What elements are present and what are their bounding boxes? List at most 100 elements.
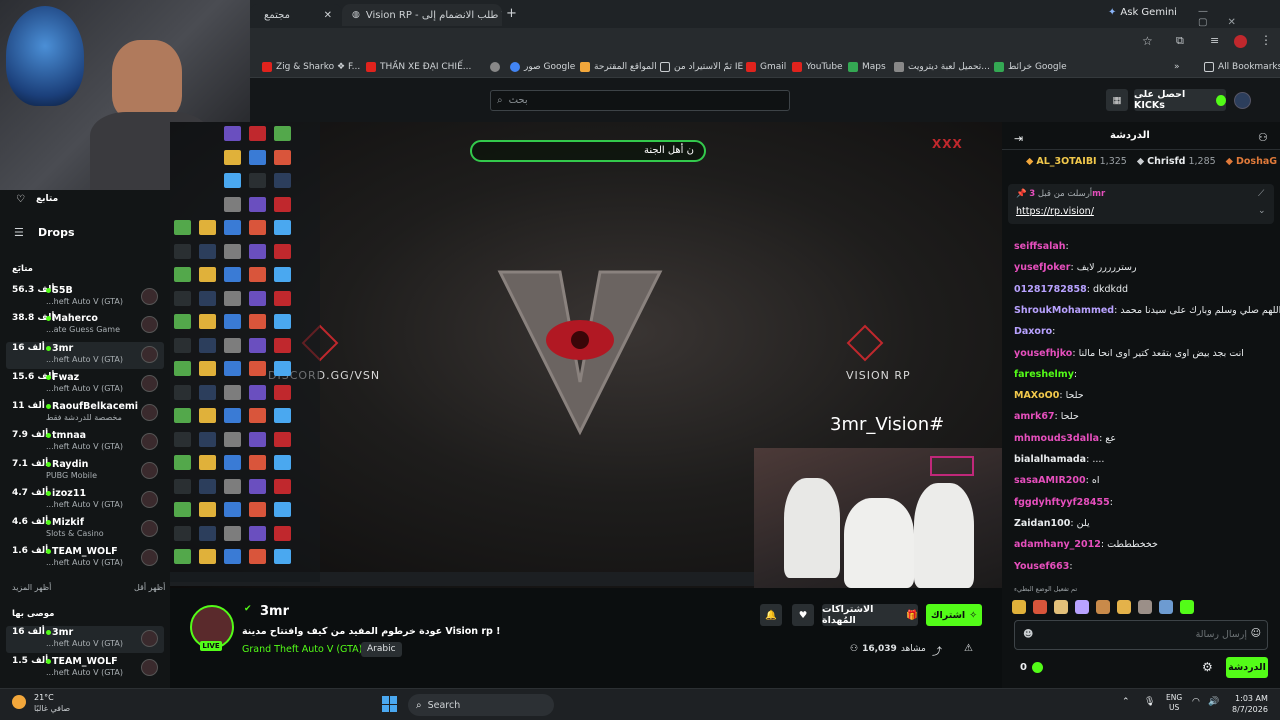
chat-username[interactable]: 01281782858: [1014, 284, 1087, 295]
window-controls[interactable]: —▢✕: [1198, 6, 1280, 28]
sidebar-channel-item[interactable]: 11 ألف RaoufBelkacemi مخصصة للدردشة فقط: [6, 400, 164, 427]
emote-icon[interactable]: [1096, 600, 1110, 614]
volume-icon[interactable]: 🔊: [1208, 697, 1219, 707]
clock[interactable]: 1:03 AM 8/7/2026: [1232, 693, 1268, 715]
chat-username[interactable]: yusefJoker: [1014, 262, 1070, 273]
chat-username[interactable]: Yousef663: [1014, 561, 1069, 572]
extensions-icon[interactable]: ⧉: [1176, 34, 1184, 48]
unpin-icon[interactable]: ⟋: [1258, 189, 1264, 199]
emote-icon[interactable]: [1075, 600, 1089, 614]
chat-username[interactable]: Zaidan100: [1014, 518, 1070, 529]
star-icon[interactable]: ☆: [1142, 34, 1153, 48]
tab-community[interactable]: مجتمع ✕: [250, 4, 342, 26]
gifter-item[interactable]: ◆ DoshaG: [1226, 156, 1277, 167]
chat-username[interactable]: amrk67: [1014, 411, 1055, 422]
emote-icon[interactable]: [1117, 600, 1131, 614]
media-icon[interactable]: ≡: [1210, 34, 1219, 47]
heart-icon[interactable]: ♥: [792, 604, 814, 626]
sidebar-channel-item[interactable]: 15.6 ألفFwaz...heft Auto V (GTA): [6, 371, 164, 398]
tab-vision-rp[interactable]: ◍ Vision RP - طلب الانضمام إلى V ✕: [342, 4, 502, 26]
chevron-right-icon[interactable]: »: [1174, 59, 1180, 75]
show-more-link[interactable]: أظهر المزيد: [12, 583, 51, 592]
chat-username[interactable]: yousefhjko: [1014, 348, 1072, 359]
settings-icon[interactable]: ⚙: [1202, 660, 1213, 674]
get-kicks-button[interactable]: احصل على KICKs: [1134, 89, 1226, 111]
recommended-channel-item[interactable]: 1.5 ألف TEAM_WOLF ...heft Auto V (GTA): [6, 655, 164, 682]
gifter-item[interactable]: ◆ AL_3OTAIBI 1,325: [1026, 156, 1127, 167]
close-icon[interactable]: ✕: [324, 10, 332, 21]
chat-username[interactable]: fggdyhftyyf28455: [1014, 497, 1110, 508]
bookmark-google-images[interactable]: صور Google: [510, 59, 575, 75]
chat-username[interactable]: MAXoO0: [1014, 390, 1059, 401]
bookmark-zig[interactable]: Zig & Sharko ❖ F...: [262, 59, 360, 75]
bookmark-suggested-sites[interactable]: المواقع المقترحة: [580, 59, 657, 75]
report-icon[interactable]: ⚠: [964, 643, 973, 654]
share-icon[interactable]: ⤴: [932, 643, 942, 658]
sidebar-channel-item[interactable]: 4.7 ألف izoz11 ...heft Auto V (GTA): [6, 487, 164, 514]
emote-icon[interactable]: ☺: [1251, 628, 1261, 639]
chat-username[interactable]: fareshelmy: [1014, 369, 1074, 380]
gifter-item[interactable]: ◆ Chrisfd 1,285: [1137, 156, 1216, 167]
emote-icon[interactable]: [1054, 600, 1068, 614]
bell-icon[interactable]: 🔔: [760, 604, 782, 626]
bookmark-maps[interactable]: Maps: [848, 59, 886, 75]
bookmark-google-maps[interactable]: خرائط Google: [994, 59, 1067, 75]
sidebar-channel-item[interactable]: 56.3 ألفS5B...heft Auto V (GTA): [6, 284, 164, 311]
chat-username[interactable]: bialalhamada: [1014, 454, 1086, 465]
sidebar-channel-item[interactable]: 16 ألف 3mr ...heft Auto V (GTA): [6, 342, 164, 369]
bookmark-detroit[interactable]: تحميل لعبة ديترويت...: [894, 59, 990, 75]
taskbar-search[interactable]: ⌕ Search: [408, 694, 554, 716]
collapse-icon[interactable]: ⇥: [1014, 132, 1023, 145]
chat-username[interactable]: mhmouds3dalla: [1014, 433, 1099, 444]
emote-icon[interactable]: [1033, 600, 1047, 614]
emoji-picker-icon[interactable]: ☻: [1023, 629, 1033, 640]
sidebar-channel-item[interactable]: 7.9 ألف tmnaa ...heft Auto V (GTA): [6, 429, 164, 456]
streamer-name[interactable]: 3mr: [260, 604, 289, 619]
bookmark-ie-import[interactable]: تمّ الاستيراد من IE: [660, 59, 743, 75]
chat-username[interactable]: adamhany_2012: [1014, 539, 1101, 550]
chat-username[interactable]: seiffsalah: [1014, 241, 1066, 252]
user-avatar[interactable]: [1234, 92, 1251, 109]
language-tag[interactable]: Arabic: [361, 642, 402, 657]
chat-send-button[interactable]: الدردشة: [1226, 657, 1268, 678]
emote-icon[interactable]: [1138, 600, 1152, 614]
sidebar-channel-item[interactable]: 1.6 ألف TEAM_WOLF ...heft Auto V (GTA): [6, 545, 164, 572]
pinned-link[interactable]: https://rp.vision/: [1016, 206, 1094, 217]
layout-icon[interactable]: ▦: [1106, 89, 1128, 111]
chat-username[interactable]: sasaAMIR200: [1014, 475, 1086, 486]
sidebar-channel-item[interactable]: 4.6 ألف Mizkif Slots & Casino: [6, 516, 164, 543]
chat-input[interactable]: ☻ إرسال رسالة ☺: [1014, 620, 1268, 650]
sidebar-channel-item[interactable]: 7.1 ألف Raydin PUBG Mobile: [6, 458, 164, 485]
search-input[interactable]: ⌕ بحث: [490, 90, 790, 111]
new-tab-button[interactable]: +: [506, 6, 517, 21]
sidebar-channel-item[interactable]: 38.8 ألفMaherco...ate Guess Game: [6, 312, 164, 339]
bookmark-globe[interactable]: [490, 59, 500, 75]
drops-link[interactable]: Drops: [38, 226, 75, 239]
mic-icon[interactable]: 🎙: [1144, 697, 1155, 707]
ask-gemini-button[interactable]: ✦ Ask Gemini: [1108, 7, 1177, 18]
recommended-channel-item[interactable]: 16 ألف 3mr ...heft Auto V (GTA): [6, 626, 164, 653]
emote-icon[interactable]: [1012, 600, 1026, 614]
chevron-down-icon[interactable]: ⌄: [1258, 206, 1266, 216]
bookmark-than-xe[interactable]: THẦN XE ĐẠI CHIẾ...: [366, 59, 471, 75]
heart-icon[interactable]: ♡: [16, 194, 25, 205]
bookmark-youtube[interactable]: YouTube: [792, 59, 843, 75]
chat-username[interactable]: Daxoro: [1014, 326, 1052, 337]
chevron-up-icon[interactable]: ⌃: [1122, 697, 1130, 707]
language-indicator[interactable]: ENG US: [1166, 693, 1182, 713]
menu-icon[interactable]: ⋮: [1260, 33, 1272, 47]
stream-category[interactable]: Grand Theft Auto V (GTA): [242, 644, 362, 655]
wifi-icon[interactable]: ◠: [1192, 697, 1200, 707]
emote-icon[interactable]: [1159, 600, 1173, 614]
gift-subs-button[interactable]: الاشتراكات المُهداة 🎁: [822, 604, 918, 626]
show-less-link[interactable]: أظهر أقل: [134, 583, 165, 592]
all-bookmarks[interactable]: All Bookmarks: [1204, 59, 1280, 75]
emote-icon[interactable]: [1180, 600, 1194, 614]
windows-start-icon[interactable]: [382, 696, 398, 712]
chat-username[interactable]: ShroukMohammed: [1014, 305, 1114, 316]
weather-temp[interactable]: 21°C: [34, 693, 54, 702]
users-icon[interactable]: ⚇: [1258, 131, 1268, 144]
bookmark-gmail[interactable]: Gmail: [746, 59, 786, 75]
subscribe-button[interactable]: اشتراك ✧: [926, 604, 982, 626]
profile-avatar[interactable]: [1234, 35, 1247, 48]
